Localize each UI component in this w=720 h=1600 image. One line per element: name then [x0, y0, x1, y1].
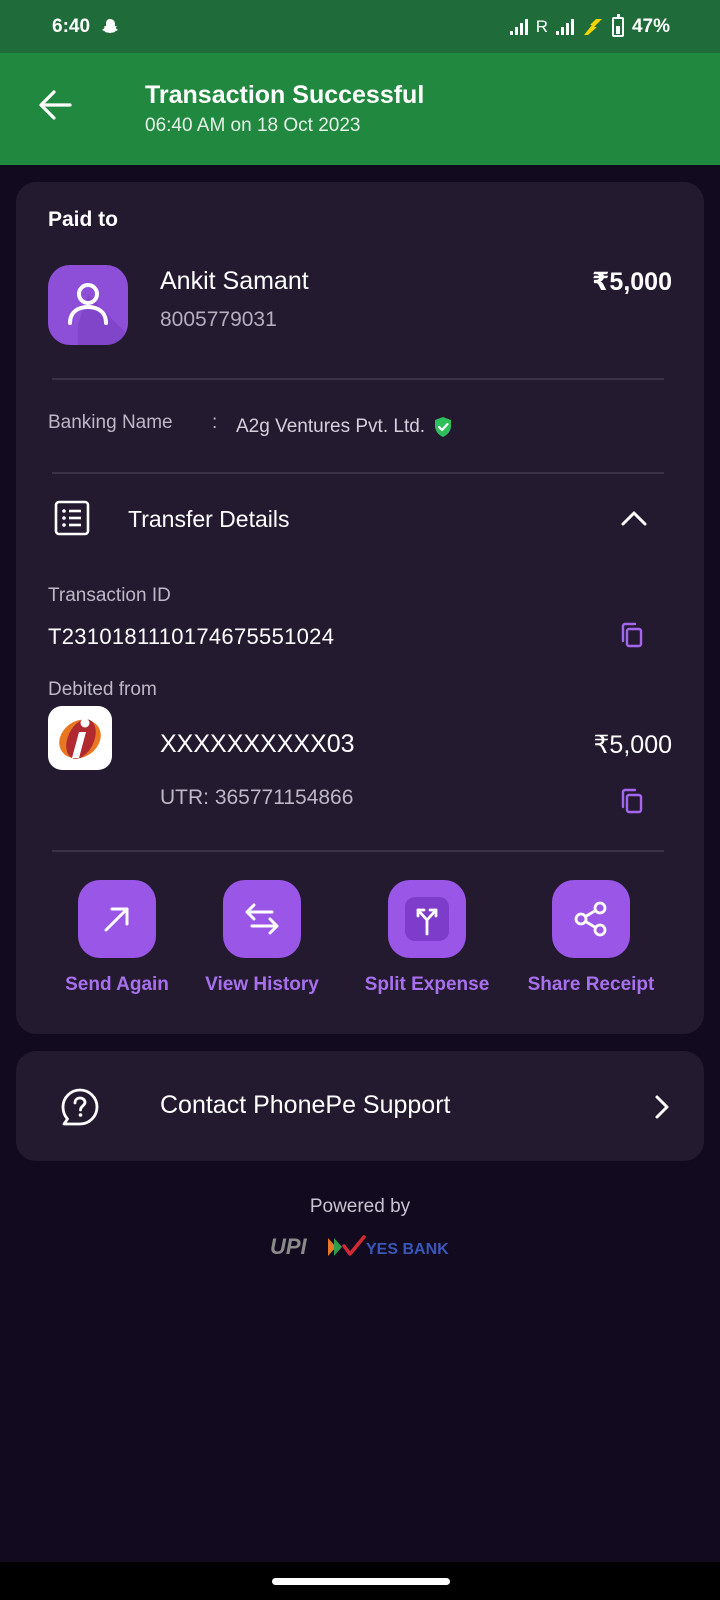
- banking-name-colon: :: [212, 412, 218, 433]
- home-indicator[interactable]: [272, 1578, 450, 1585]
- paid-amount: ₹5,000: [592, 268, 672, 296]
- copy-icon[interactable]: [620, 622, 644, 648]
- status-bar: 6:40 R 47%: [0, 0, 720, 53]
- action-icon-tile[interactable]: [78, 880, 156, 958]
- payee-name: Ankit Samant: [160, 267, 309, 295]
- split-icon: [405, 897, 449, 941]
- battery-percent: 47%: [631, 15, 670, 37]
- yes-bank-logo: YES BANK: [366, 1241, 449, 1258]
- transfer-details-toggle[interactable]: Transfer Details: [16, 492, 704, 542]
- split-expense-button[interactable]: Split Expense: [342, 880, 512, 996]
- debited-from-label: Debited from: [48, 679, 157, 700]
- copy-icon[interactable]: [620, 788, 644, 814]
- payee-phone: 8005779031: [160, 308, 277, 331]
- signal-icon: [509, 18, 528, 35]
- account-number: XXXXXXXXXX03: [160, 730, 355, 758]
- share-icon: [574, 901, 607, 937]
- contact-support-label: Contact PhonePe Support: [160, 1091, 451, 1119]
- divider: [52, 378, 664, 380]
- transaction-timestamp: 06:40 AM on 18 Oct 2023: [145, 115, 361, 136]
- upi-yesbank-logo: UPI YES BANK: [270, 1234, 449, 1259]
- person-icon: [68, 283, 128, 345]
- verified-shield-icon: [435, 417, 452, 437]
- upi-logo: UPI: [270, 1234, 308, 1259]
- contact-support-row[interactable]: Contact PhonePe Support: [16, 1051, 704, 1161]
- action-icon-tile[interactable]: [552, 880, 630, 958]
- transaction-id: T2310181110174675551024: [48, 624, 335, 649]
- utr-number: UTR: 365771154866: [160, 786, 354, 809]
- banking-name-value: A2g Ventures Pvt. Ltd.: [236, 416, 426, 437]
- action-label: Split Expense: [364, 974, 490, 995]
- swap-arrows-icon: [245, 903, 279, 935]
- back-arrow-icon[interactable]: [36, 85, 76, 125]
- debited-amount: ₹5,000: [593, 731, 672, 759]
- chevron-up-icon[interactable]: [620, 506, 648, 530]
- icici-bank-logo-icon: [59, 718, 101, 759]
- receipt-list-icon: [54, 500, 90, 536]
- divider: [52, 850, 664, 852]
- charging-icon: [583, 18, 602, 35]
- paid-to-label: Paid to: [48, 208, 119, 231]
- share-receipt-button[interactable]: Share Receipt: [506, 880, 676, 996]
- bank-logo: [48, 706, 112, 770]
- status-time: 6:40: [52, 15, 91, 37]
- action-label: Share Receipt: [527, 974, 655, 995]
- app-header: Transaction Successful 06:40 AM on 18 Oc…: [0, 53, 720, 165]
- view-history-button[interactable]: View History: [177, 880, 347, 996]
- action-label: View History: [205, 974, 319, 995]
- banking-name: A2g Ventures Pvt. Ltd.: [236, 416, 453, 438]
- avatar: [48, 265, 128, 345]
- snapchat-icon: [102, 18, 119, 33]
- arrow-up-right-icon: [104, 907, 129, 932]
- signal-icon: [555, 18, 574, 35]
- banking-name-label: Banking Name: [48, 412, 173, 433]
- chevron-right-icon: [655, 1095, 669, 1119]
- help-chat-icon: [61, 1088, 99, 1126]
- divider: [52, 472, 664, 474]
- transfer-details-title: Transfer Details: [128, 506, 290, 532]
- action-icon-tile[interactable]: [388, 880, 466, 958]
- battery-icon: [611, 13, 624, 37]
- transaction-id-label: Transaction ID: [48, 585, 171, 606]
- powered-by-label: Powered by: [309, 1196, 411, 1217]
- action-bar: Send Again View History Split Expense Sh…: [16, 880, 704, 1010]
- page-title: Transaction Successful: [145, 81, 425, 109]
- roaming-indicator: R: [535, 16, 548, 36]
- transaction-card: Paid to Ankit Samant 8005779031 ₹5,000 B…: [16, 182, 704, 1034]
- action-icon-tile[interactable]: [223, 880, 301, 958]
